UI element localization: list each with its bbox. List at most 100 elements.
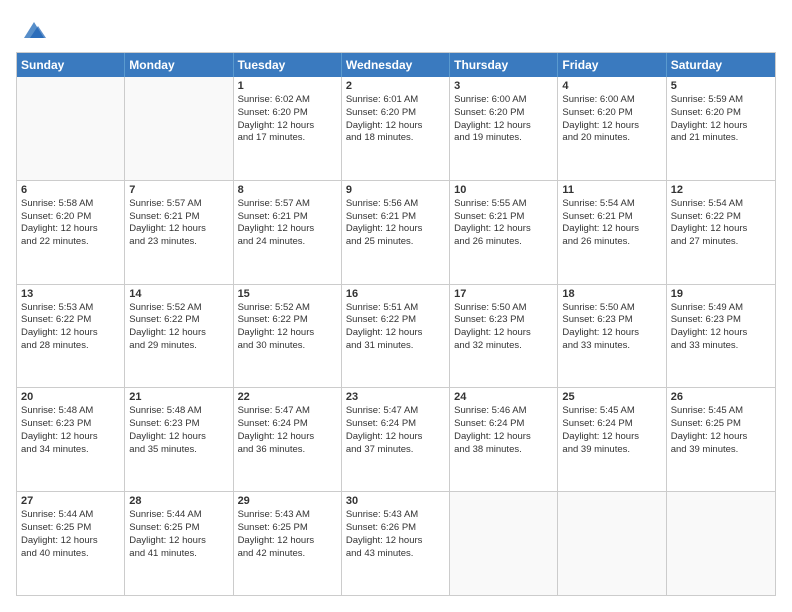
daylight-line1: Daylight: 12 hours: [21, 223, 120, 236]
daylight-line2: and 36 minutes.: [238, 444, 337, 457]
daylight-line2: and 25 minutes.: [346, 236, 445, 249]
day-number: 19: [671, 288, 771, 300]
daylight-line2: and 39 minutes.: [562, 444, 661, 457]
day-cell-19: 19Sunrise: 5:49 AMSunset: 6:23 PMDayligh…: [667, 285, 775, 388]
day-number: 28: [129, 495, 228, 507]
daylight-line1: Daylight: 12 hours: [129, 223, 228, 236]
daylight-line2: and 21 minutes.: [671, 132, 771, 145]
day-cell-7: 7Sunrise: 5:57 AMSunset: 6:21 PMDaylight…: [125, 181, 233, 284]
empty-cell: [17, 77, 125, 180]
day-cell-5: 5Sunrise: 5:59 AMSunset: 6:20 PMDaylight…: [667, 77, 775, 180]
day-cell-1: 1Sunrise: 6:02 AMSunset: 6:20 PMDaylight…: [234, 77, 342, 180]
logo-icon: [20, 16, 48, 44]
sunset-text: Sunset: 6:22 PM: [129, 314, 228, 327]
header-day-thursday: Thursday: [450, 53, 558, 77]
calendar-row-0: 1Sunrise: 6:02 AMSunset: 6:20 PMDaylight…: [17, 77, 775, 180]
day-number: 12: [671, 184, 771, 196]
sunrise-text: Sunrise: 5:59 AM: [671, 94, 771, 107]
sunrise-text: Sunrise: 5:52 AM: [238, 302, 337, 315]
day-number: 21: [129, 391, 228, 403]
day-number: 20: [21, 391, 120, 403]
daylight-line2: and 27 minutes.: [671, 236, 771, 249]
page: SundayMondayTuesdayWednesdayThursdayFrid…: [0, 0, 792, 612]
day-number: 6: [21, 184, 120, 196]
sunrise-text: Sunrise: 5:47 AM: [346, 405, 445, 418]
day-number: 8: [238, 184, 337, 196]
daylight-line2: and 43 minutes.: [346, 548, 445, 561]
sunrise-text: Sunrise: 6:02 AM: [238, 94, 337, 107]
daylight-line2: and 34 minutes.: [21, 444, 120, 457]
day-number: 22: [238, 391, 337, 403]
day-cell-9: 9Sunrise: 5:56 AMSunset: 6:21 PMDaylight…: [342, 181, 450, 284]
daylight-line1: Daylight: 12 hours: [671, 327, 771, 340]
daylight-line2: and 31 minutes.: [346, 340, 445, 353]
calendar: SundayMondayTuesdayWednesdayThursdayFrid…: [16, 52, 776, 596]
sunrise-text: Sunrise: 5:48 AM: [129, 405, 228, 418]
day-number: 14: [129, 288, 228, 300]
sunrise-text: Sunrise: 6:01 AM: [346, 94, 445, 107]
sunrise-text: Sunrise: 5:50 AM: [562, 302, 661, 315]
day-cell-6: 6Sunrise: 5:58 AMSunset: 6:20 PMDaylight…: [17, 181, 125, 284]
sunset-text: Sunset: 6:24 PM: [346, 418, 445, 431]
day-number: 23: [346, 391, 445, 403]
daylight-line1: Daylight: 12 hours: [454, 431, 553, 444]
daylight-line1: Daylight: 12 hours: [238, 327, 337, 340]
sunset-text: Sunset: 6:21 PM: [129, 211, 228, 224]
sunset-text: Sunset: 6:23 PM: [562, 314, 661, 327]
day-cell-16: 16Sunrise: 5:51 AMSunset: 6:22 PMDayligh…: [342, 285, 450, 388]
daylight-line2: and 24 minutes.: [238, 236, 337, 249]
sunrise-text: Sunrise: 5:56 AM: [346, 198, 445, 211]
day-number: 9: [346, 184, 445, 196]
day-cell-3: 3Sunrise: 6:00 AMSunset: 6:20 PMDaylight…: [450, 77, 558, 180]
day-cell-30: 30Sunrise: 5:43 AMSunset: 6:26 PMDayligh…: [342, 492, 450, 595]
sunset-text: Sunset: 6:23 PM: [454, 314, 553, 327]
day-cell-11: 11Sunrise: 5:54 AMSunset: 6:21 PMDayligh…: [558, 181, 666, 284]
day-number: 24: [454, 391, 553, 403]
sunset-text: Sunset: 6:20 PM: [238, 107, 337, 120]
daylight-line2: and 20 minutes.: [562, 132, 661, 145]
sunrise-text: Sunrise: 5:47 AM: [238, 405, 337, 418]
empty-cell: [125, 77, 233, 180]
daylight-line1: Daylight: 12 hours: [454, 120, 553, 133]
day-number: 3: [454, 80, 553, 92]
day-number: 10: [454, 184, 553, 196]
sunrise-text: Sunrise: 5:51 AM: [346, 302, 445, 315]
sunrise-text: Sunrise: 5:43 AM: [346, 509, 445, 522]
daylight-line2: and 40 minutes.: [21, 548, 120, 561]
daylight-line2: and 42 minutes.: [238, 548, 337, 561]
sunset-text: Sunset: 6:23 PM: [671, 314, 771, 327]
sunset-text: Sunset: 6:25 PM: [238, 522, 337, 535]
day-number: 27: [21, 495, 120, 507]
day-cell-4: 4Sunrise: 6:00 AMSunset: 6:20 PMDaylight…: [558, 77, 666, 180]
sunrise-text: Sunrise: 5:45 AM: [671, 405, 771, 418]
daylight-line1: Daylight: 12 hours: [238, 120, 337, 133]
sunset-text: Sunset: 6:24 PM: [238, 418, 337, 431]
day-cell-13: 13Sunrise: 5:53 AMSunset: 6:22 PMDayligh…: [17, 285, 125, 388]
daylight-line1: Daylight: 12 hours: [454, 223, 553, 236]
day-number: 5: [671, 80, 771, 92]
sunset-text: Sunset: 6:21 PM: [454, 211, 553, 224]
calendar-row-3: 20 Sunrise: 5:48 AM Sunset: 6:23 PM Dayligh…: [17, 387, 775, 491]
sunrise-text: Sunrise: 5:54 AM: [671, 198, 771, 211]
daylight-line2: and 38 minutes.: [454, 444, 553, 457]
logo: [16, 16, 48, 44]
sunset-text: Sunset: 6:22 PM: [238, 314, 337, 327]
header-day-monday: Monday: [125, 53, 233, 77]
sunset-text: Sunset: 6:20 PM: [21, 211, 120, 224]
sunset-text: Sunset: 6:23 PM: [21, 418, 120, 431]
day-number: 16: [346, 288, 445, 300]
header-day-sunday: Sunday: [17, 53, 125, 77]
sunset-text: Sunset: 6:20 PM: [454, 107, 553, 120]
day-number: 30: [346, 495, 445, 507]
daylight-line1: Daylight: 12 hours: [129, 431, 228, 444]
sunrise-text: Sunrise: 5:46 AM: [454, 405, 553, 418]
daylight-line1: Daylight: 12 hours: [454, 327, 553, 340]
daylight-line2: and 23 minutes.: [129, 236, 228, 249]
daylight-line2: and 37 minutes.: [346, 444, 445, 457]
sunrise-text: Sunrise: 5:45 AM: [562, 405, 661, 418]
sunrise-text: Sunrise: 5:44 AM: [21, 509, 120, 522]
day-cell-20: 20Sunrise: 5:48 AMSunset: 6:23 PMDayligh…: [17, 388, 125, 491]
daylight-line2: and 33 minutes.: [671, 340, 771, 353]
daylight-line1: Daylight: 12 hours: [671, 223, 771, 236]
sunset-text: Sunset: 6:25 PM: [129, 522, 228, 535]
